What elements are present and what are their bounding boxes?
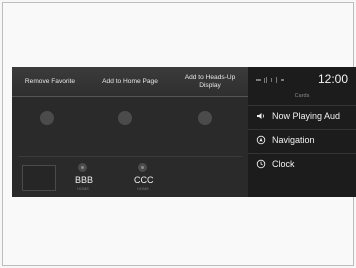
clock-icon <box>256 159 266 169</box>
cards-title: Cards <box>294 93 310 99</box>
home-dashboard: BBB HOME CCC HOME Remove Favorite Add to… <box>12 67 248 197</box>
display-screen: BBB HOME CCC HOME Remove Favorite Add to… <box>12 67 356 197</box>
card-now-playing[interactable]: Now Playing Aud <box>248 105 356 127</box>
preset-icon <box>78 163 87 172</box>
preset-icon <box>138 163 147 172</box>
app-icon[interactable] <box>198 111 212 125</box>
app-icon[interactable] <box>40 111 54 125</box>
preset-sub: HOME <box>137 186 149 191</box>
remove-favorite-option[interactable]: Remove Favorite <box>12 67 88 97</box>
card-label: Now Playing Aud <box>272 111 341 121</box>
dashboard-divider <box>18 156 242 157</box>
favorite-thumbnail[interactable] <box>22 165 56 191</box>
card-label: Navigation <box>272 135 315 145</box>
signal-icon <box>256 77 284 83</box>
preset-sub: HOME <box>77 186 89 191</box>
add-to-home-page-option[interactable]: Add to Home Page <box>94 67 166 97</box>
app-icon[interactable] <box>118 111 132 125</box>
favorite-options-menu: Remove Favorite Add to Home Page Add to … <box>12 67 248 97</box>
card-clock[interactable]: Clock <box>248 153 356 175</box>
card-label: Clock <box>272 159 295 169</box>
status-icons <box>256 77 286 85</box>
add-to-hud-option[interactable]: Add to Heads-Up Display <box>176 67 244 97</box>
preset-name[interactable]: BBB <box>75 175 93 185</box>
cards-panel: 12:00 Cards Now Playing Aud Navigation C… <box>248 67 356 197</box>
speaker-icon <box>257 113 264 119</box>
navigation-icon <box>256 135 266 145</box>
preset-name[interactable]: CCC <box>134 175 154 185</box>
card-navigation[interactable]: Navigation <box>248 129 356 151</box>
status-time: 12:00 <box>317 72 348 86</box>
